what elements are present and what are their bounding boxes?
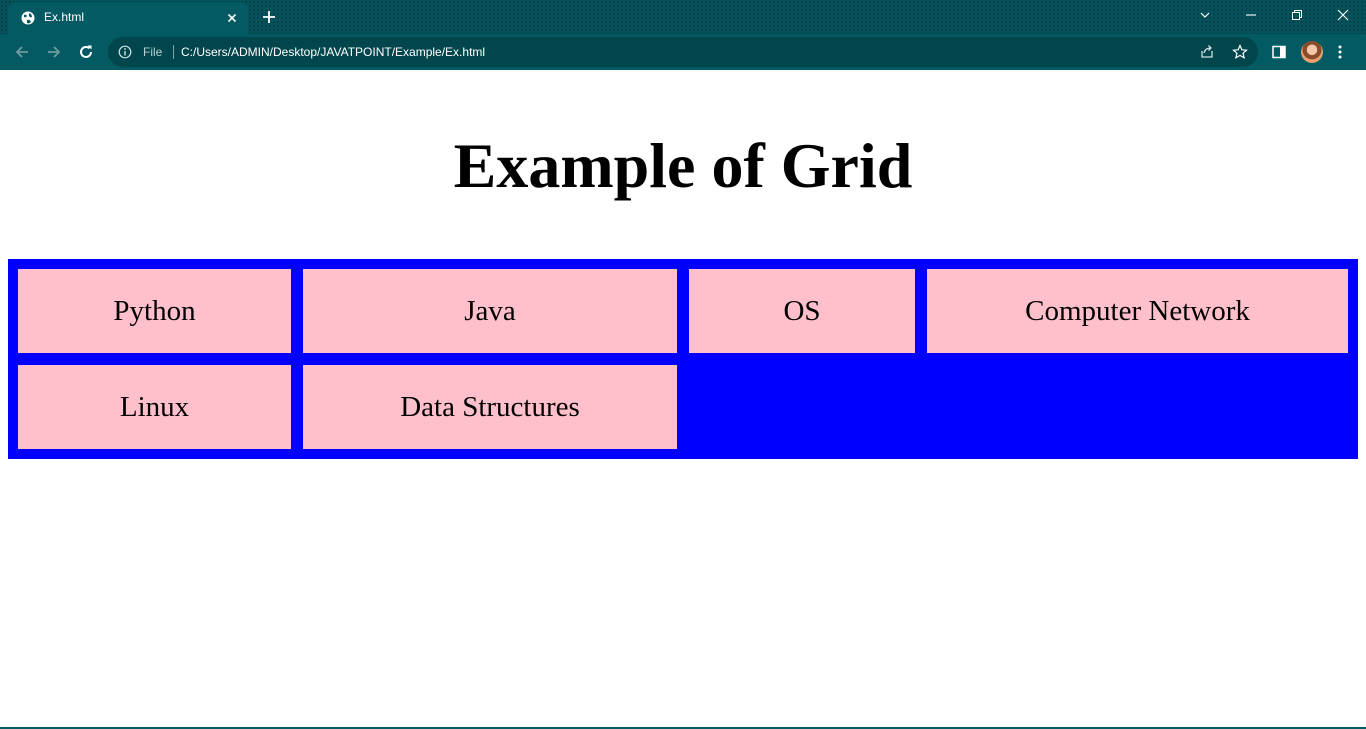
- grid-item-data-structures: Data Structures: [303, 365, 677, 449]
- restore-icon: [1292, 10, 1302, 20]
- forward-arrow-icon[interactable]: [44, 42, 64, 62]
- address-scheme: File: [143, 45, 163, 59]
- reload-icon[interactable]: [76, 42, 96, 62]
- address-bar[interactable]: File C:/Users/ADMIN/Desktop/JAVATPOINT/E…: [108, 37, 1258, 67]
- profile-avatar[interactable]: [1301, 41, 1323, 63]
- minimize-icon: [1246, 14, 1256, 16]
- address-url[interactable]: C:/Users/ADMIN/Desktop/JAVATPOINT/Exampl…: [181, 45, 485, 59]
- tab-active[interactable]: Ex.html: [8, 2, 248, 34]
- address-divider: [173, 45, 174, 59]
- bookmark-star-icon[interactable]: [1232, 44, 1248, 60]
- share-icon[interactable]: [1199, 44, 1215, 60]
- chevron-down-icon: [1200, 12, 1210, 18]
- info-icon[interactable]: [118, 45, 132, 59]
- new-tab-icon[interactable]: [261, 9, 277, 25]
- grid-item-linux: Linux: [18, 365, 291, 449]
- grid-item-computer-network: Computer Network: [927, 269, 1348, 353]
- back-arrow-icon[interactable]: [12, 42, 32, 62]
- browser-toolbar: File C:/Users/ADMIN/Desktop/JAVATPOINT/E…: [0, 34, 1366, 70]
- page-title: Example of Grid: [453, 130, 913, 201]
- globe-icon: [21, 11, 35, 25]
- more-menu-icon[interactable]: [1337, 44, 1343, 60]
- page-content: Example of Grid Python Java OS Computer …: [0, 70, 1366, 727]
- close-icon: [1337, 9, 1349, 21]
- tab-strip: Ex.html: [0, 0, 1366, 34]
- restore-button[interactable]: [1274, 0, 1320, 30]
- side-panel-icon[interactable]: [1272, 45, 1286, 59]
- close-window-button[interactable]: [1320, 0, 1366, 30]
- minimize-button[interactable]: [1228, 0, 1274, 30]
- browser-chrome: Ex.html File C:/Users/ADMIN/Desktop/JAVA…: [0, 0, 1366, 70]
- grid-container: Python Java OS Computer Network Linux Da…: [8, 259, 1358, 459]
- grid-item-os: OS: [689, 269, 915, 353]
- close-tab-icon[interactable]: [224, 10, 240, 26]
- grid-item-python: Python: [18, 269, 291, 353]
- tab-search-button[interactable]: [1182, 0, 1228, 30]
- grid-item-java: Java: [303, 269, 677, 353]
- tab-title: Ex.html: [44, 10, 85, 24]
